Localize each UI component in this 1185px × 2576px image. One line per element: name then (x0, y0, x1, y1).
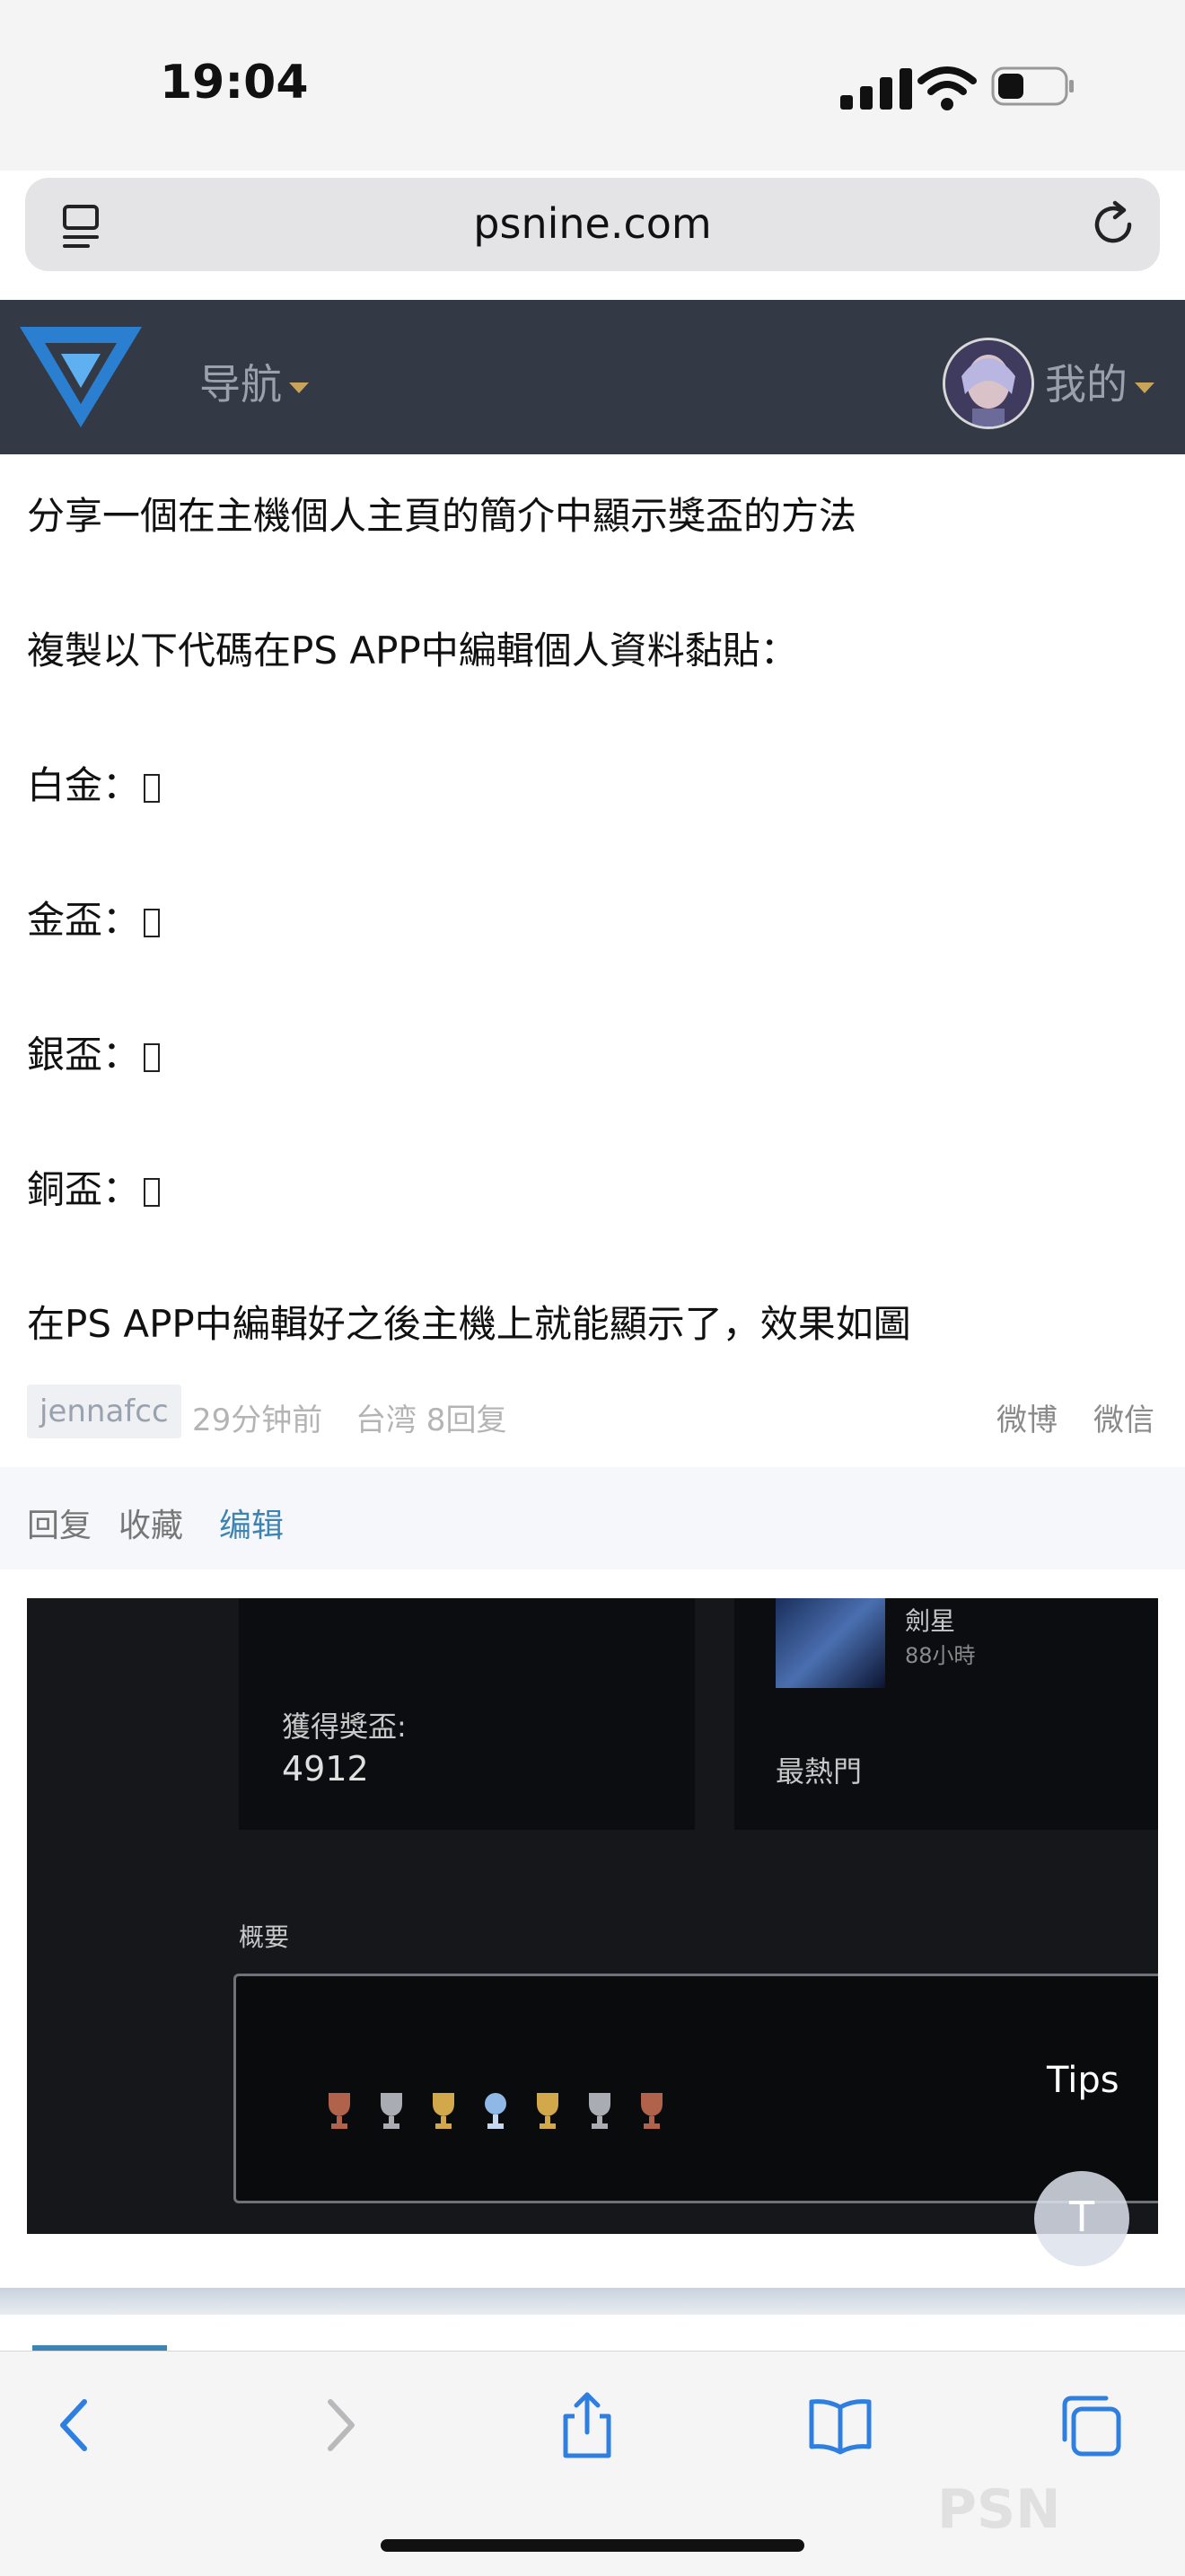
back-icon[interactable] (41, 2389, 113, 2461)
trophies-count: 4912 (282, 1749, 369, 1789)
post-line: 複製以下代碼在PS APP中編輯個人資料黏貼： (27, 629, 798, 673)
home-indicator (381, 2539, 804, 2552)
avatar[interactable] (943, 338, 1034, 429)
caret-down-icon (1135, 382, 1154, 393)
tips-label: Tips (1047, 2060, 1119, 2101)
trophy-glyph-box (144, 773, 161, 803)
cellular-signal-icon (840, 68, 912, 110)
trophy-glyph-box (144, 908, 161, 937)
trophies-label: 獲得獎盃: (282, 1710, 407, 1744)
game-title: 劍星 (905, 1606, 956, 1636)
wifi-icon (917, 66, 977, 110)
share-wechat-link[interactable]: 微信 (1093, 1395, 1154, 1439)
author-link[interactable]: jennafcc (27, 1385, 181, 1438)
reload-icon[interactable] (1084, 196, 1142, 253)
overview-box (233, 1974, 1158, 2203)
platinum-trophy-icon (485, 2093, 506, 2129)
silver-label: 銀盃： (27, 1033, 141, 1077)
bronze-trophy-icon (641, 2093, 663, 2129)
edit-button[interactable]: 编辑 (219, 1499, 284, 1546)
trophy-glyph-box (144, 1042, 161, 1072)
status-time: 19:04 (160, 56, 309, 110)
post-image[interactable]: 獲得獎盃: 4912 劍星 88小時 最熱門 概要 Tips (27, 1598, 1158, 2234)
forward-icon[interactable] (302, 2389, 373, 2461)
nav-menu-label: 导航 (199, 360, 282, 409)
post-line: 分享一個在主機個人主頁的簡介中顯示獎盃的方法 (27, 494, 857, 538)
post-line-bronze: 銅盃： (27, 1165, 1158, 1300)
trophies-card: 獲得獎盃: 4912 (239, 1598, 695, 1830)
gold-trophy-icon (537, 2093, 558, 2129)
favorite-button[interactable]: 收藏 (118, 1499, 183, 1546)
bronze-trophy-icon (329, 2093, 350, 2129)
gold-label: 金盃： (27, 898, 141, 942)
address-bar[interactable]: psnine.com (25, 178, 1160, 271)
psnine-logo[interactable] (14, 318, 147, 436)
platinum-label: 白金： (27, 763, 141, 807)
user-menu-dropdown[interactable]: 我的 (1045, 352, 1154, 411)
avatar-image (945, 340, 1031, 426)
status-bar: 19:04 (0, 0, 1185, 171)
scroll-top-label: T (1068, 2193, 1095, 2241)
share-icon[interactable] (551, 2389, 623, 2461)
url-text[interactable]: psnine.com (25, 199, 1160, 248)
nav-menu-dropdown[interactable]: 导航 (199, 352, 309, 411)
post-body: 分享一個在主機個人主頁的簡介中顯示獎盃的方法 複製以下代碼在PS APP中編輯個… (27, 492, 1158, 1435)
post-line-silver: 銀盃： (27, 1031, 1158, 1165)
section-divider (0, 2288, 1185, 2315)
user-menu-label: 我的 (1045, 360, 1128, 409)
trophy-glyph-box (144, 1177, 161, 1207)
tabs-icon[interactable] (1056, 2389, 1128, 2461)
post-time: 29分钟前 (192, 1402, 323, 1438)
overview-label: 概要 (239, 1922, 290, 1952)
post-meta: jennafcc 29分钟前 台湾 8回复 微博 微信 (27, 1385, 1160, 1438)
post-line-platinum: 白金： (27, 761, 1158, 896)
game-hours: 88小時 (905, 1643, 976, 1668)
site-header: 导航 我的 (0, 300, 1185, 454)
battery-icon (991, 66, 1074, 106)
psnine-watermark: PSN (937, 2478, 1061, 2541)
share-weibo-link[interactable]: 微博 (996, 1395, 1058, 1439)
gold-trophy-icon (433, 2093, 454, 2129)
post-actions: 回复 收藏 编辑 (0, 1467, 1185, 1569)
bronze-label: 銅盃： (27, 1167, 141, 1211)
reply-button[interactable]: 回复 (27, 1499, 92, 1546)
most-popular-label: 最熱門 (776, 1754, 863, 1789)
scroll-top-button[interactable]: T (1034, 2171, 1129, 2266)
game-cover-image (776, 1598, 885, 1688)
silver-trophy-icon (381, 2093, 402, 2129)
caret-down-icon (289, 382, 309, 393)
silver-trophy-icon (589, 2093, 610, 2129)
bookmarks-icon[interactable] (804, 2389, 876, 2461)
location-replies: 台湾 8回复 (356, 1402, 507, 1438)
post-line-gold: 金盃： (27, 896, 1158, 1031)
